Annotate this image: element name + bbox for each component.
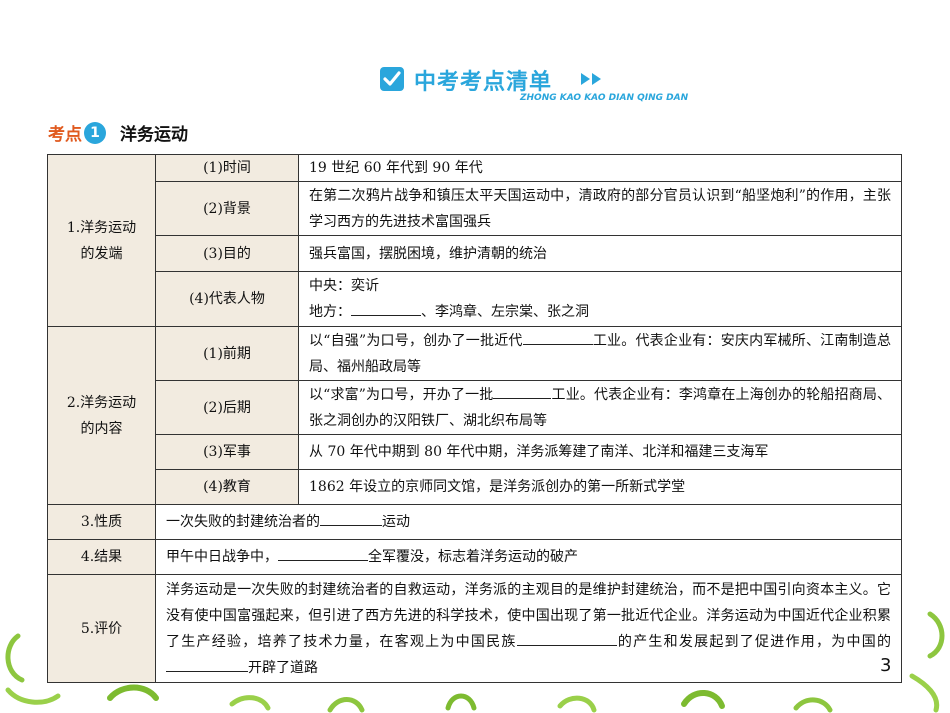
content-cell: 19 世纪 60 年代到 90 年代 [298,154,902,182]
table-row: (4)教育 1862 年设立的京师同文馆，是洋务派创办的第一所新式学堂 [48,469,902,505]
checkmark-icon [380,67,404,91]
text-line: 地方： 、李鸿章、左宗棠、张之洞 [309,299,891,325]
content-cell: 以“自强”为口号，创办了一批近代 工业。代表企业有：安庆内军械所、江南制造总局、福… [298,326,902,381]
table-row: (2)后期 以“求富”为口号，开办了一批 工业。代表企业有：李鸿章在上海创办的轮船… [48,380,902,435]
fill-blank[interactable] [320,509,382,526]
content-cell: 在第二次鸦片战争和镇压太平天国运动中，清政府的部分官员认识到“船坚炮利”的作用，… [298,181,902,236]
text-line: 中央：奕䜣 [309,278,379,294]
content-cell: 甲午中日战争中， 全军覆没，标志着洋务运动的破产 [155,539,902,575]
section-heading: 考点 1 洋务运动 [48,120,188,146]
section-number-badge: 1 [84,121,106,144]
subcategory-cell: (2)背景 [155,181,299,236]
section-label: 考点 [48,125,82,145]
subcategory-cell: (3)目的 [155,235,299,272]
category-cell: 3.性质 [47,504,156,540]
header-banner: 中考考点清单 ZHONG KAO KAO DIAN QING DAN [376,64,736,108]
subcategory-cell: (2)后期 [155,380,299,435]
decorative-swirls [5,611,945,713]
page-number: 3 [880,655,892,676]
subcategory-cell: (4)代表人物 [155,271,299,327]
content-cell: 以“求富”为口号，开办了一批 工业。代表企业有：李鸿章在上海创办的轮船招商局、张之… [298,380,902,435]
subcategory-cell: (3)军事 [155,434,299,470]
double-arrow-icon [580,71,608,90]
category-cell: 4.结果 [47,539,156,575]
table-row: (2)背景 在第二次鸦片战争和镇压太平天国运动中，清政府的部分官员认识到“船坚炮… [48,181,902,236]
section-title: 洋务运动 [120,125,188,145]
content-cell: 强兵富国，摆脱困境，维护清朝的统治 [298,235,902,272]
table-row: (4)代表人物 中央：奕䜣 地方： 、李鸿章、左宗棠、张之洞 [48,271,902,327]
table-row: 2.洋务运动的内容 (1)前期 以“自强”为口号，创办了一批近代 工业。代表企业有… [47,326,902,505]
content-cell: 从 70 年代中期到 80 年代中期，洋务派筹建了南洋、北洋和福建三支海军 [298,434,902,470]
subcategory-cell: (1)时间 [155,154,299,182]
table-row: 3.性质 一次失败的封建统治者的 运动 [47,504,902,540]
content-cell: 一次失败的封建统治者的 运动 [155,504,902,540]
table-row: 4.结果 甲午中日战争中， 全军覆没，标志着洋务运动的破产 [47,539,902,575]
table-row: 1.洋务运动的发端 (1)时间 19 世纪 60 年代到 90 年代 [47,154,902,327]
fill-blank[interactable] [351,299,421,316]
category-cell: 2.洋务运动的内容 [47,326,156,505]
content-cell: 1862 年设立的京师同文馆，是洋务派创办的第一所新式学堂 [298,469,902,505]
category-cell: 1.洋务运动的发端 [47,154,156,327]
table-row: (3)目的 强兵富国，摆脱困境，维护清朝的统治 [48,235,902,272]
fill-blank[interactable] [493,382,552,399]
content-cell: 中央：奕䜣 地方： 、李鸿章、左宗棠、张之洞 [298,271,902,327]
fill-blank[interactable] [278,544,368,561]
header-pinyin: ZHONG KAO KAO DIAN QING DAN [520,93,689,103]
subcategory-cell: (1)前期 [155,326,299,381]
fill-blank[interactable] [522,328,593,345]
table-row: (3)军事 从 70 年代中期到 80 年代中期，洋务派筹建了南洋、北洋和福建三… [48,434,902,470]
header-title: 中考考点清单 [414,70,553,95]
subcategory-cell: (4)教育 [155,469,299,505]
